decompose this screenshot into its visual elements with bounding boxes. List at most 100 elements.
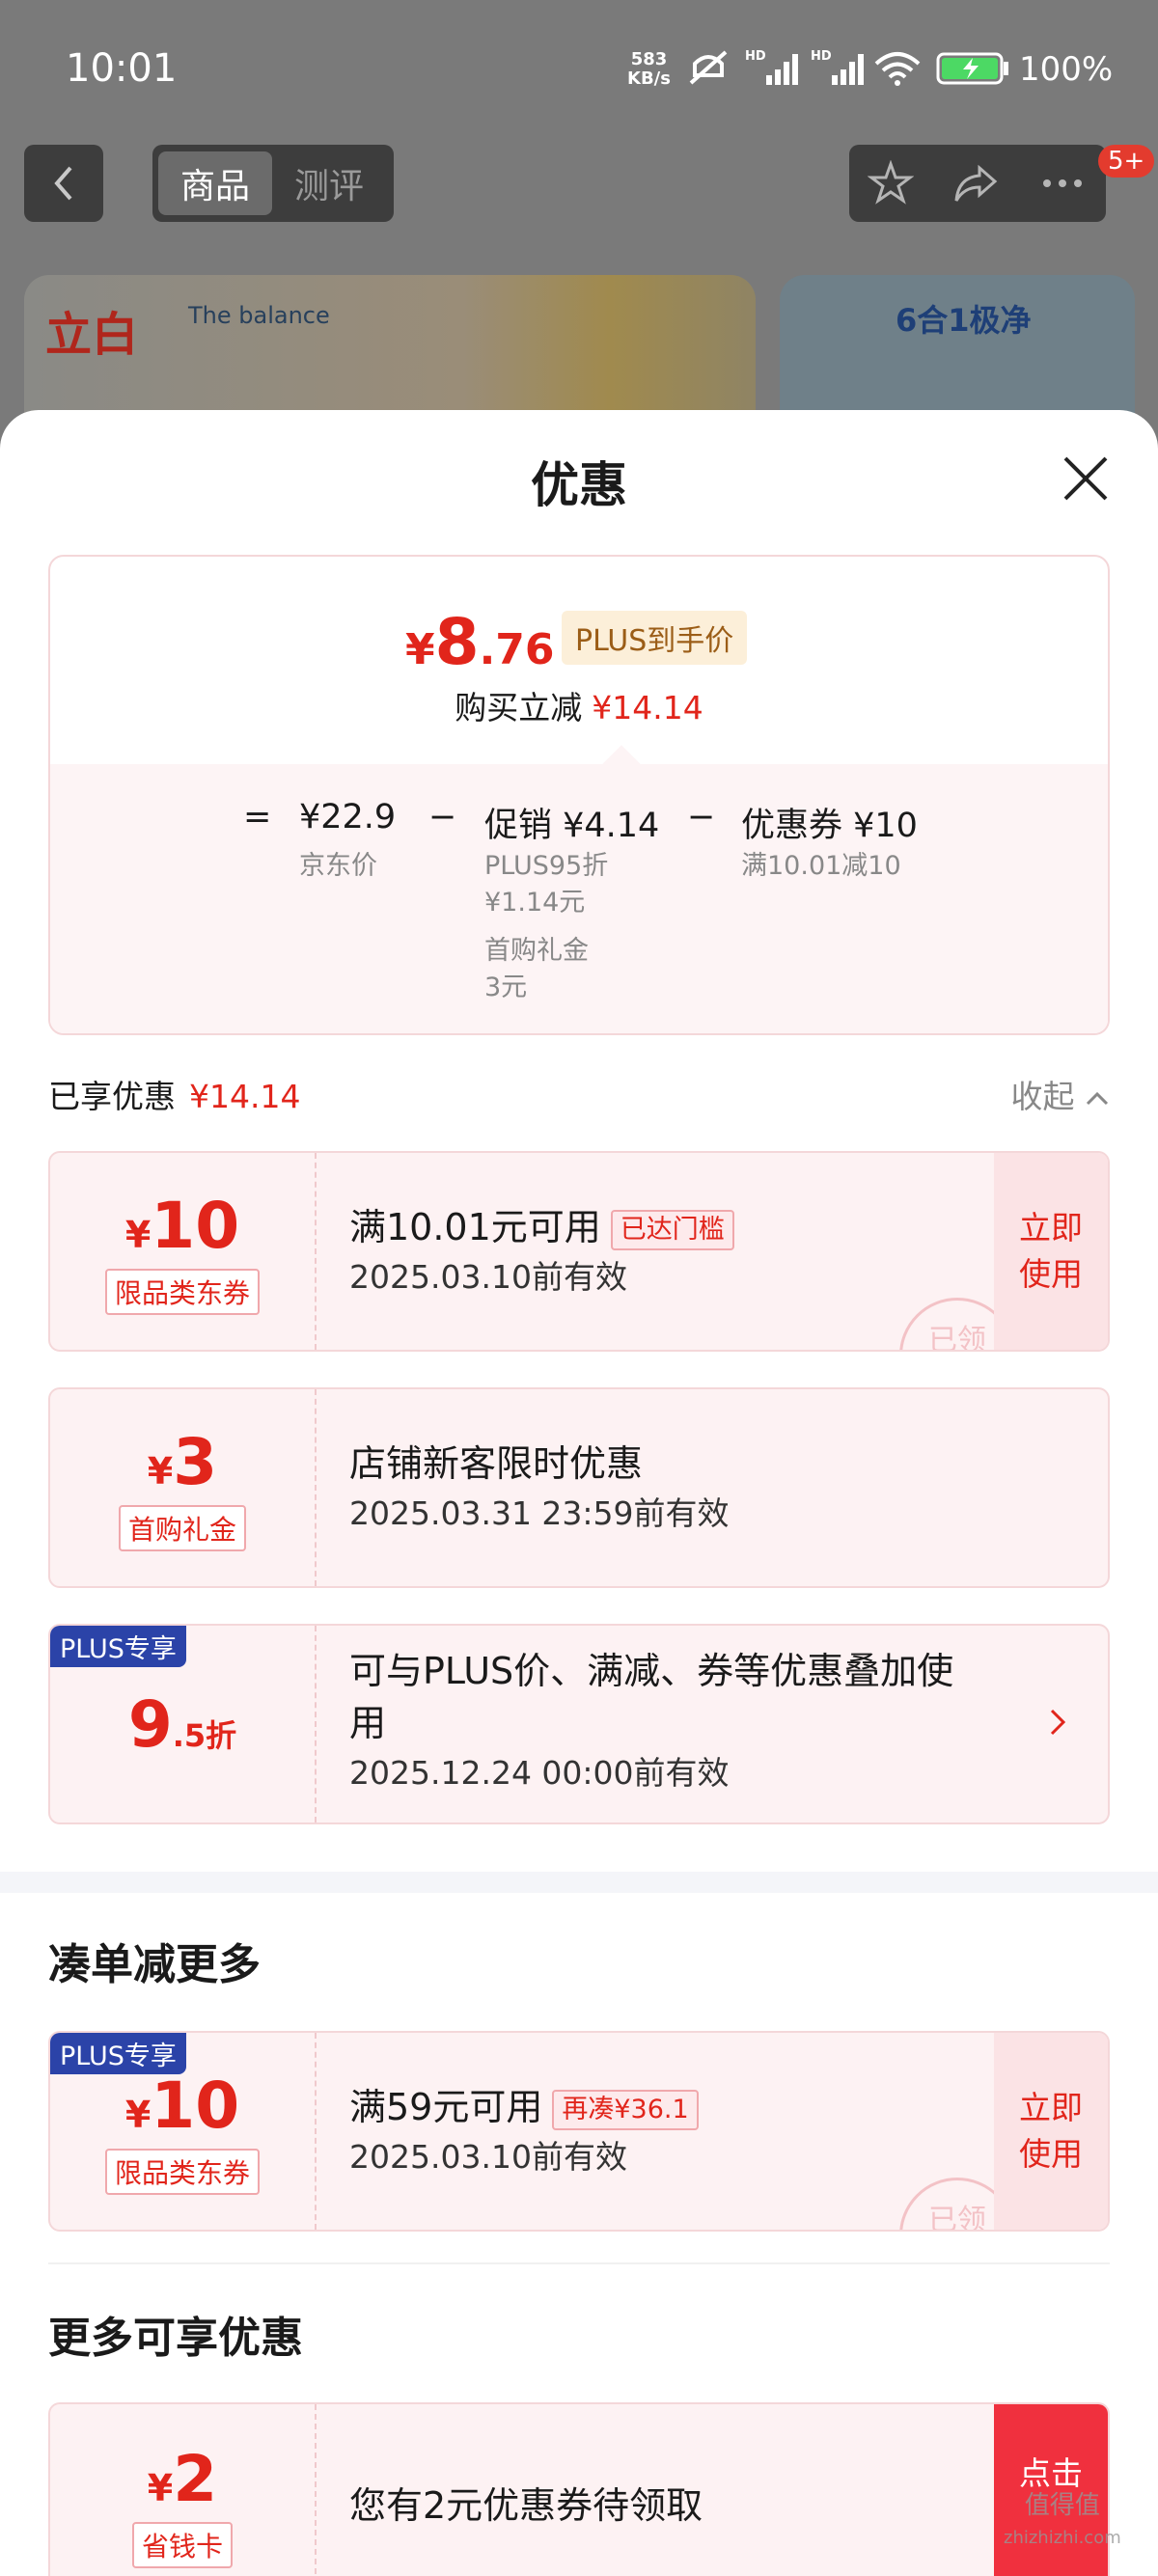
coupon-value-block: ¥2 省钱卡 xyxy=(50,2404,315,2576)
coupon-value-block: ¥10 限品类东券 xyxy=(50,2033,315,2230)
coupon-value-block: ¥3 首购礼金 xyxy=(50,1389,315,1586)
coupon-yen: ¥ xyxy=(147,1449,174,1493)
enjoyed-label: 已享优惠 xyxy=(48,1078,176,1115)
coupon-card-plus-jd[interactable]: PLUS专享 ¥10 限品类东券 满59元可用 再凑¥36.1 2025.03.1… xyxy=(48,2031,1110,2232)
coupon-expiry: 2025.03.10前有效 xyxy=(349,2138,627,2176)
card-divider xyxy=(315,1153,317,1350)
first-purchase-card[interactable]: ¥3 首购礼金 店铺新客限时优惠 2025.03.31 23:59前有效 xyxy=(48,1387,1110,1588)
promo-sub-3: 首购礼金 xyxy=(484,936,589,966)
price-yen: ¥ xyxy=(405,625,435,674)
coupon-info: 满59元可用 再凑¥36.1 2025.03.10前有效 xyxy=(349,2081,699,2181)
watermark-line-2: zhizhizhi.com xyxy=(1004,2528,1121,2548)
net-speed-unit: KB/s xyxy=(627,69,671,89)
signal-icon-2: HD xyxy=(811,49,864,85)
jd-price-label: 京东价 xyxy=(299,851,377,881)
discount-int: 9 xyxy=(127,1686,173,1762)
chevron-up-icon xyxy=(1086,1091,1109,1106)
chevron-right-icon[interactable] xyxy=(1046,1703,1069,1741)
share-icon[interactable] xyxy=(951,160,1001,206)
coupon-amount: 10 xyxy=(151,1188,240,1263)
coupon-value-block: ¥10 限品类东券 xyxy=(50,1153,315,1350)
topup-tag: 再凑¥36.1 xyxy=(552,2089,699,2130)
watermark: 值得值 zhizhizhi.com xyxy=(1004,2489,1121,2555)
price-summary: ¥8.76 PLUS到手价 购买立减 ¥14.14 = ¥22.9 京东价 − 促… xyxy=(48,555,1110,1035)
price-dec: .76 xyxy=(479,625,555,674)
product-banner-2[interactable]: 6合1极净 xyxy=(780,275,1135,429)
tab-switcher: 商品 测评 xyxy=(152,145,394,222)
coupon-type-tag: 限品类东券 xyxy=(104,2148,260,2195)
coupon-title: 满59元可用 xyxy=(349,2086,543,2128)
wifi-icon xyxy=(874,52,921,86)
notification-badge: 5+ xyxy=(1098,145,1155,178)
net-speed: 583 KB/s xyxy=(627,50,671,89)
enjoyed-row: 已享优惠 ¥14.14 收起 xyxy=(48,1071,1110,1117)
section-title-more-offers: 更多可享优惠 xyxy=(48,2314,303,2363)
coupon-title-cont: 用 xyxy=(349,1702,387,1744)
coupon-type-tag: 限品类东券 xyxy=(104,1268,260,1315)
coupon-info: 满10.01元可用 已达门槛 2025.03.10前有效 xyxy=(349,1201,734,1302)
coupon-card-jd[interactable]: ¥10 限品类东券 满10.01元可用 已达门槛 2025.03.10前有效 已领… xyxy=(48,1151,1110,1352)
status-time: 10:01 xyxy=(66,46,178,91)
coupon-info: 可与PLUS价、满减、券等优惠叠加使 用 2025.12.24 00:00前有效 xyxy=(349,1645,953,1797)
use-now-button[interactable]: 立即 使用 xyxy=(994,2033,1108,2230)
top-action-bar xyxy=(849,145,1106,222)
section-title-more-discount: 凑单减更多 xyxy=(48,1940,261,1989)
coupon-yen: ¥ xyxy=(124,1213,152,1256)
net-speed-value: 583 xyxy=(630,49,668,69)
promo-amount: 促销 ¥4.14 xyxy=(484,807,660,845)
jd-price: ¥22.9 xyxy=(299,798,397,836)
more-icon[interactable] xyxy=(1037,160,1088,206)
threshold-tag: 已达门槛 xyxy=(610,1209,734,1250)
reduce-value: ¥14.14 xyxy=(592,689,703,726)
coupon-expiry: 2025.12.24 00:00前有效 xyxy=(349,1754,730,1792)
coupon-value-block: 9.5折 xyxy=(50,1626,315,1822)
coupon-expiry: 2025.03.31 23:59前有效 xyxy=(349,1494,730,1532)
promo-sub-2: ¥1.14元 xyxy=(484,888,586,918)
coupon-info: 您有2元优惠券待领取 xyxy=(349,2480,703,2532)
coupon-amount: 优惠券 ¥10 xyxy=(741,807,918,845)
coupon-type-tag: 省钱卡 xyxy=(131,2521,233,2568)
coupon-type-tag: 首购礼金 xyxy=(118,1504,246,1551)
promo-sub-4: 3元 xyxy=(484,973,528,1002)
coupon-info: 店铺新客限时优惠 2025.03.31 23:59前有效 xyxy=(349,1438,730,1538)
minus-sign-1: − xyxy=(428,798,457,836)
collapse-button[interactable]: 收起 xyxy=(1011,1071,1111,1117)
banner-promo-text: 6合1极净 xyxy=(896,302,1032,339)
divider-line xyxy=(48,2262,1110,2264)
coupon-amount: 2 xyxy=(173,2441,218,2516)
tab-review[interactable]: 测评 xyxy=(272,151,386,215)
watermark-line-1: 值得值 xyxy=(1024,2491,1100,2520)
coupon-title: 店铺新客限时优惠 xyxy=(349,1442,644,1485)
signal-icon: HD xyxy=(745,49,798,85)
close-icon[interactable] xyxy=(1062,454,1110,503)
plus-discount-card[interactable]: PLUS专享 9.5折 可与PLUS价、满减、券等优惠叠加使 用 2025.12… xyxy=(48,1624,1110,1824)
mute-icon xyxy=(689,50,728,85)
svg-text:HD: HD xyxy=(745,49,766,64)
back-button[interactable] xyxy=(24,145,103,222)
collapse-label: 收起 xyxy=(1010,1078,1075,1115)
equals-sign: = xyxy=(243,798,272,836)
saving-card[interactable]: ¥2 省钱卡 您有2元优惠券待领取 点击 xyxy=(48,2402,1110,2576)
section-gap xyxy=(0,1872,1158,1893)
final-price: ¥8.76 xyxy=(405,605,555,679)
star-icon[interactable] xyxy=(868,160,914,206)
discount-sheet: 优惠 ¥8.76 PLUS到手价 购买立减 ¥14.14 = ¥22.9 京东价 … xyxy=(0,410,1158,2576)
brand-logo: 立白 xyxy=(45,308,139,362)
coupon-yen: ¥ xyxy=(124,2093,152,2136)
card-divider xyxy=(315,2033,317,2230)
battery-percent: 100% xyxy=(1019,50,1114,89)
svg-text:HD: HD xyxy=(811,49,832,64)
tab-product[interactable]: 商品 xyxy=(158,151,272,215)
discount-dec: .5折 xyxy=(172,1716,237,1754)
reduce-label: 购买立减 xyxy=(455,689,583,726)
product-banner[interactable]: 立白 The balance xyxy=(24,275,756,429)
minus-sign-2: − xyxy=(687,798,716,836)
coupon-expiry: 2025.03.10前有效 xyxy=(349,1258,627,1296)
coupon-title: 您有2元优惠券待领取 xyxy=(349,2484,703,2527)
reduce-line: 购买立减 ¥14.14 xyxy=(50,682,1108,728)
coupon-yen: ¥ xyxy=(147,2466,174,2509)
sheet-title: 优惠 xyxy=(531,457,627,513)
card-divider xyxy=(315,1389,317,1586)
use-now-button[interactable]: 立即 使用 xyxy=(994,1153,1108,1350)
plus-price-tag: PLUS到手价 xyxy=(562,611,748,665)
